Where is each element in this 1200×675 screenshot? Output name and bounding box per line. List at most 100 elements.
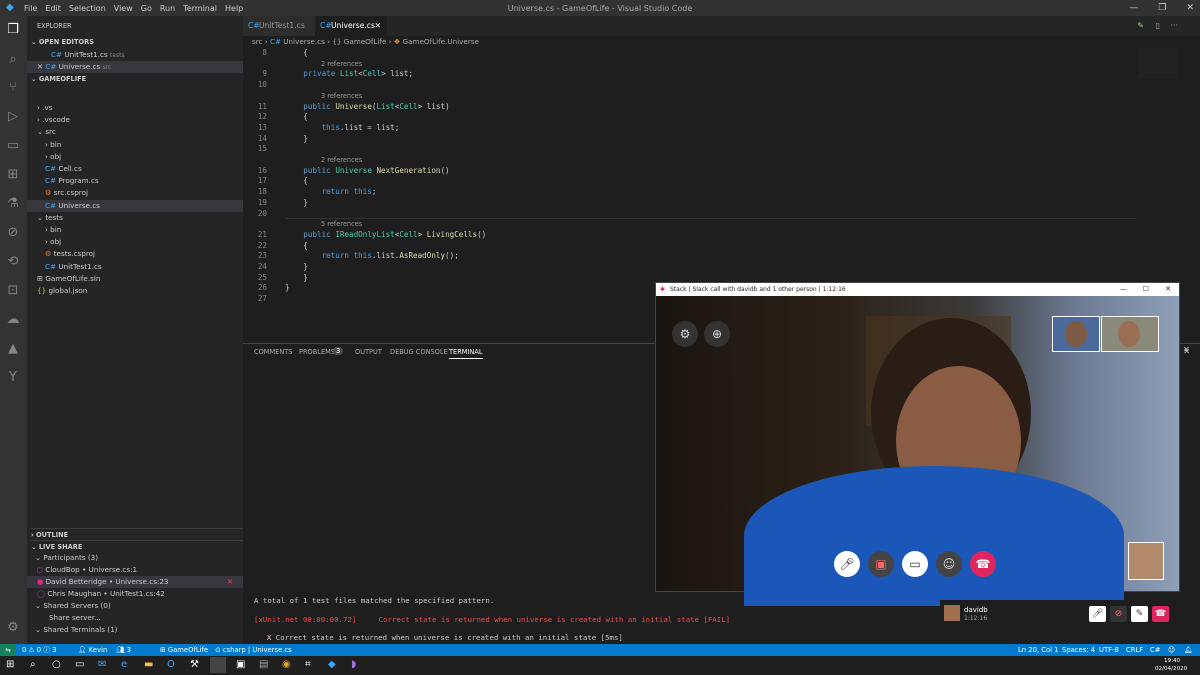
file-tree-item[interactable]: › .vscode bbox=[27, 114, 243, 126]
file-tree-item[interactable]: ⌄ tests bbox=[27, 212, 243, 224]
clock-time[interactable]: 19:40 bbox=[1164, 658, 1180, 664]
minimize-icon[interactable]: — bbox=[1129, 3, 1138, 13]
line-ending[interactable]: CRLF bbox=[1126, 644, 1143, 656]
code-line[interactable]: 12 { bbox=[243, 112, 1143, 123]
gitlens-icon[interactable]: ⊘ bbox=[5, 225, 21, 241]
code-line[interactable]: 24 } bbox=[243, 262, 1143, 273]
open-editor-item-active[interactable]: ✕ C# Universe.cs src bbox=[27, 61, 243, 73]
azure-icon-2[interactable]: ▲ bbox=[5, 341, 21, 357]
code-line[interactable]: 16 public Universe NextGeneration() bbox=[243, 166, 1143, 177]
docker-icon[interactable]: ☁ bbox=[5, 312, 21, 328]
liveshare-header[interactable]: ⌄ LIVE SHARE bbox=[31, 540, 247, 552]
open-editor-item[interactable]: C# UnitTest1.cs tests bbox=[51, 49, 267, 61]
tab-comments[interactable]: COMMENTS bbox=[254, 348, 292, 356]
language-status[interactable]: ⊙ csharp | Universe.cs bbox=[215, 644, 292, 656]
screen-share-button[interactable]: ▭ bbox=[902, 551, 928, 577]
add-person-icon[interactable]: ⊕ bbox=[704, 321, 730, 347]
code-line[interactable]: 8 { bbox=[243, 48, 1143, 59]
file-tree-item[interactable]: ⚙ tests.csproj bbox=[27, 248, 243, 260]
encoding[interactable]: UTF-8 bbox=[1099, 644, 1119, 656]
emoji-button[interactable]: ☺ bbox=[936, 551, 962, 577]
share-screen-button[interactable]: ✎ bbox=[1131, 606, 1148, 622]
extensions-icon[interactable]: ⊞ bbox=[5, 167, 21, 183]
shared-terminals-label[interactable]: ⌄ Shared Terminals (1) bbox=[35, 624, 251, 636]
edge-icon[interactable]: e bbox=[121, 659, 127, 670]
file-tree-item[interactable]: C# Universe.cs bbox=[27, 199, 243, 212]
code-line[interactable]: 21 public IReadOnlyList<Cell> LivingCell… bbox=[243, 230, 1143, 241]
file-explorer-icon[interactable]: ▬ bbox=[144, 659, 153, 670]
problems-status[interactable]: 0 ⚠ 0 ⓘ 3 bbox=[22, 644, 57, 656]
tab-debug-console[interactable]: DEBUG CONSOLE bbox=[390, 348, 448, 356]
live-share-icon[interactable]: ⟲ bbox=[5, 254, 21, 270]
remote-icon[interactable]: ⇋ bbox=[0, 644, 16, 656]
remote-explorer-icon[interactable]: ▭ bbox=[5, 138, 21, 154]
clock-date[interactable]: 02/04/2020 bbox=[1155, 666, 1187, 672]
code-line[interactable]: 13 this.list = list; bbox=[243, 123, 1143, 134]
participant-thumbnail[interactable] bbox=[1052, 316, 1100, 352]
cursor-position[interactable]: Ln 20, Col 1 bbox=[1018, 644, 1059, 656]
open-editors-header[interactable]: ⌄ OPEN EDITORS bbox=[31, 36, 247, 48]
tab-universe[interactable]: C# Universe.cs ✕ bbox=[315, 16, 387, 36]
participant-item[interactable]: ◯ Chris Maughan • UnitTest1.cs:42 bbox=[27, 588, 243, 600]
azure-icon[interactable]: ⊡ bbox=[5, 283, 21, 299]
app-icon-2[interactable]: ⌗ bbox=[305, 659, 311, 670]
visual-studio-icon[interactable]: ◗ bbox=[351, 659, 356, 670]
codelens-references[interactable]: 5 references bbox=[243, 219, 1143, 230]
search-icon[interactable]: ⌕ bbox=[30, 659, 36, 670]
file-tree-item[interactable]: › obj bbox=[27, 236, 243, 248]
code-line[interactable]: 11 public Universe(List<Cell> list) bbox=[243, 102, 1143, 113]
project-header[interactable]: ⌄ GAMEOFLIFE bbox=[31, 73, 247, 85]
indentation[interactable]: Spaces: 4 bbox=[1062, 644, 1095, 656]
codelens-references[interactable]: 2 references bbox=[243, 155, 1143, 166]
code-line[interactable]: 17 { bbox=[243, 176, 1143, 187]
remove-icon[interactable]: ✕ bbox=[227, 576, 233, 588]
file-tree-item[interactable]: › .vs bbox=[27, 102, 243, 114]
gear-icon[interactable]: ⚙ bbox=[5, 620, 21, 636]
outlook-icon[interactable]: O bbox=[167, 659, 175, 670]
search-icon[interactable]: ⌕ bbox=[5, 52, 21, 68]
breadcrumb-item[interactable]: GameOfLife.Universe bbox=[403, 37, 479, 46]
breadcrumb-item[interactable]: Universe.cs bbox=[283, 37, 325, 46]
file-tree-item[interactable]: › obj bbox=[27, 151, 243, 163]
tool-icon[interactable]: ⚒ bbox=[190, 659, 199, 670]
test-icon[interactable]: ⚗ bbox=[5, 196, 21, 212]
feedback-icon[interactable]: ☺ bbox=[1168, 644, 1175, 656]
explorer-icon[interactable]: ❐ bbox=[5, 22, 21, 38]
participant-item[interactable]: ● David Betteridge • Universe.cs:23 ✕ bbox=[27, 576, 243, 588]
file-tree-item[interactable]: ⌄ src bbox=[27, 126, 243, 138]
tab-output[interactable]: OUTPUT bbox=[355, 348, 382, 356]
shared-servers-label[interactable]: ⌄ Shared Servers (0) bbox=[35, 600, 251, 612]
codelens-references[interactable]: 2 references bbox=[243, 59, 1143, 70]
breadcrumb-item[interactable]: {} GameOfLife bbox=[332, 37, 386, 46]
source-control-icon[interactable]: ⑂ bbox=[5, 80, 21, 96]
hang-up-button[interactable]: ☎ bbox=[1152, 606, 1169, 622]
breadcrumb-item[interactable]: src bbox=[252, 37, 263, 46]
pipelines-icon[interactable]: Y bbox=[5, 370, 21, 386]
participant-item[interactable]: ◻ CloudBop • Universe.cs:1 bbox=[27, 564, 243, 576]
file-tree-item[interactable]: › bin bbox=[27, 139, 243, 151]
close-icon[interactable]: ✕ bbox=[1165, 283, 1171, 296]
file-tree-item[interactable]: {} global.json bbox=[27, 285, 243, 297]
camera-off-button[interactable]: ▣ bbox=[868, 551, 894, 577]
hang-up-button[interactable]: ☎ bbox=[970, 551, 996, 577]
code-line[interactable]: 22 { bbox=[243, 241, 1143, 252]
minimap[interactable] bbox=[1138, 48, 1178, 78]
liveshare-user-status[interactable]: 👤︎ Kevin bbox=[78, 644, 107, 656]
code-line[interactable]: 15 bbox=[243, 144, 1143, 155]
active-app-icon[interactable] bbox=[210, 657, 226, 673]
outline-header[interactable]: › OUTLINE bbox=[31, 528, 247, 540]
project-status[interactable]: ⊞ GameOfLife bbox=[160, 644, 208, 656]
participants-label[interactable]: ⌄ Participants (3) bbox=[35, 552, 251, 564]
file-tree-item[interactable]: C# Cell.cs bbox=[27, 163, 243, 175]
codelens-references[interactable]: 3 references bbox=[243, 91, 1143, 102]
camera-off-button[interactable]: ⊘ bbox=[1110, 606, 1127, 622]
chrome-icon[interactable]: ◉ bbox=[282, 659, 291, 670]
settings-icon[interactable]: ⚙ bbox=[672, 321, 698, 347]
close-icon[interactable]: ✕ bbox=[1186, 3, 1194, 13]
tab-unittest1[interactable]: C# UnitTest1.cs bbox=[243, 16, 315, 36]
code-line[interactable]: 20 bbox=[243, 209, 1143, 220]
close-tab-icon[interactable]: ✕ bbox=[375, 16, 381, 36]
microphone-button[interactable]: 🎤︎ bbox=[1089, 606, 1106, 622]
maximize-icon[interactable]: ☐ bbox=[1143, 283, 1149, 296]
participant-thumbnail[interactable] bbox=[1101, 316, 1159, 352]
